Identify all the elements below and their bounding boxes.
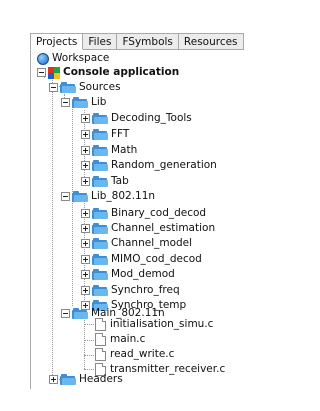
tree-item-folder[interactable]: Math (81, 143, 137, 158)
expand-icon[interactable] (81, 114, 90, 123)
tree-item-label: Math (111, 144, 138, 156)
folder-icon (92, 254, 108, 265)
tree-item-label: Binary_cod_decod (111, 207, 207, 219)
tree-item-label: Workspace (52, 52, 110, 64)
tree-line (84, 369, 94, 370)
folder-icon (60, 374, 76, 385)
folder-icon (92, 160, 108, 171)
tree-item-folder[interactable]: Decoding_Tools (81, 111, 192, 126)
collapse-icon[interactable] (61, 98, 70, 107)
tree-line (72, 106, 73, 306)
folder-open-icon (72, 97, 88, 108)
folder-icon (92, 208, 108, 219)
expand-icon[interactable] (81, 286, 90, 295)
tree-item-folder[interactable]: Mod_demod (81, 267, 175, 282)
tree-item-workspace[interactable]: Workspace (37, 51, 109, 66)
tree-item-label: Lib (91, 96, 107, 108)
folder-open-icon (72, 308, 88, 319)
tree-item-file[interactable]: initialisation_simu.c (95, 317, 213, 332)
expand-icon[interactable] (81, 270, 90, 279)
tree-item-label: Lib_802.11n (91, 190, 156, 202)
tree-item-headers[interactable]: Headers (49, 372, 123, 387)
tree-item-label: initialisation_simu.c (110, 318, 214, 330)
folder-icon (92, 223, 108, 234)
tree-item-console-application[interactable]: Console application (37, 65, 179, 80)
tree-item-label: Tab (111, 175, 129, 187)
folder-icon (92, 238, 108, 249)
tree-item-label: read_write.c (110, 348, 175, 360)
tree-item-file[interactable]: read_write.c (95, 347, 174, 362)
workspace-icon (37, 52, 49, 65)
tree-item-folder[interactable]: Tab (81, 174, 129, 189)
folder-open-icon (60, 82, 76, 93)
tree-item-label: Sources (79, 81, 121, 93)
expand-icon[interactable] (81, 146, 90, 155)
tree-line (84, 355, 94, 356)
expand-icon[interactable] (81, 161, 90, 170)
collapse-icon[interactable] (49, 83, 58, 92)
folder-open-icon (72, 191, 88, 202)
tree-item-file[interactable]: main.c (95, 332, 145, 347)
collapse-icon[interactable] (61, 309, 70, 318)
tree-item-label: FFT (111, 128, 130, 140)
collapse-icon[interactable] (37, 68, 46, 77)
expand-icon[interactable] (81, 209, 90, 218)
tree-line (84, 340, 94, 341)
tab-resources[interactable]: Resources (178, 33, 244, 50)
tree-item-folder[interactable]: Binary_cod_decod (81, 206, 206, 221)
tree-item-label: Channel_model (111, 237, 193, 249)
tree-item-label: Channel_estimation (111, 222, 216, 234)
tree-item-sources[interactable]: Sources (49, 80, 121, 95)
tree-item-folder[interactable]: Channel_model (81, 236, 192, 251)
collapse-icon[interactable] (61, 192, 70, 201)
c-file-icon (95, 318, 106, 331)
folder-icon (92, 129, 108, 140)
tree-item-label: Random_generation (111, 159, 217, 171)
expand-icon[interactable] (49, 375, 58, 384)
tree-item-label: Synchro_freq (111, 284, 180, 296)
tree-item-folder[interactable]: MIMO_cod_decod (81, 252, 202, 267)
expand-icon[interactable] (81, 239, 90, 248)
folder-icon (92, 285, 108, 296)
tree-item-label: Decoding_Tools (111, 112, 192, 124)
tree-item-label: main.c (110, 333, 146, 345)
folder-icon (92, 145, 108, 156)
tree-item-label: MIMO_cod_decod (111, 253, 202, 265)
tree-item-folder[interactable]: Channel_estimation (81, 221, 215, 236)
tab-files[interactable]: Files (83, 33, 118, 50)
tree-item-label: Mod_demod (111, 268, 175, 280)
tree-item-lib-802-11n[interactable]: Lib_802.11n (61, 189, 155, 204)
sidebar-tabs: Projects Files FSymbols Resources (30, 33, 244, 50)
folder-icon (92, 113, 108, 124)
expand-icon[interactable] (81, 255, 90, 264)
tab-fsymbols[interactable]: FSymbols (117, 33, 179, 50)
project-icon (48, 66, 60, 79)
expand-icon[interactable] (81, 177, 90, 186)
c-file-icon (95, 333, 106, 346)
c-file-icon (95, 348, 106, 361)
expand-icon[interactable] (81, 130, 90, 139)
folder-icon (92, 269, 108, 280)
tree-item-folder[interactable]: Random_generation (81, 158, 217, 173)
tree-item-label: Console application (63, 66, 180, 78)
tree-item-folder[interactable]: FFT (81, 127, 129, 142)
tree-item-label: transmitter_receiver.c (110, 363, 226, 375)
tree-line (84, 324, 94, 325)
expand-icon[interactable] (81, 224, 90, 233)
tree-line (52, 78, 53, 379)
tree-item-folder[interactable]: Synchro_freq (81, 283, 180, 298)
tab-projects[interactable]: Projects (30, 33, 84, 50)
tree-item-label: Headers (79, 373, 123, 385)
folder-icon (92, 176, 108, 187)
project-tree-panel: Workspace Console application Sources Li… (30, 49, 225, 389)
tree-item-lib[interactable]: Lib (61, 95, 106, 110)
